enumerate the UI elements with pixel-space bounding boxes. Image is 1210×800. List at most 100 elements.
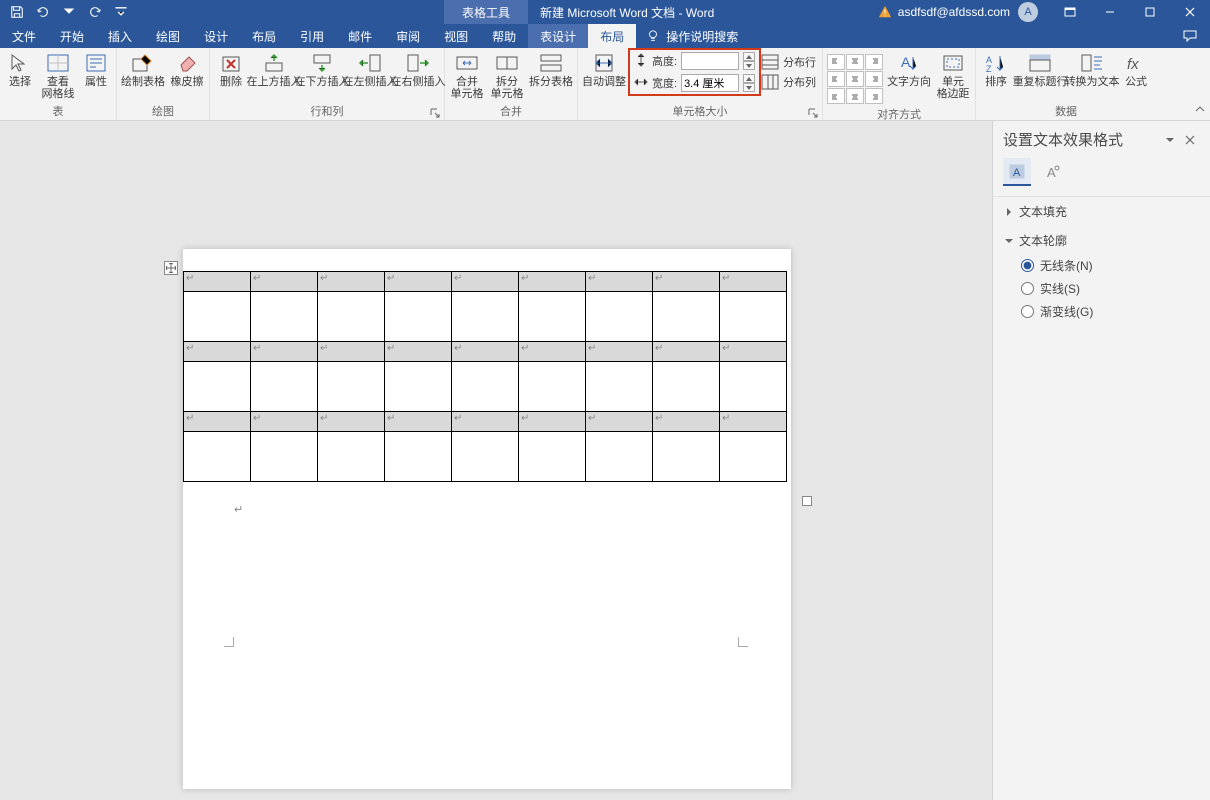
maximize-button[interactable] — [1130, 0, 1170, 24]
tab-design[interactable]: 设计 — [192, 24, 240, 48]
table-resize-handle[interactable] — [802, 496, 812, 506]
opt-solid-line[interactable]: 实线(S) — [1021, 280, 1198, 297]
height-spinner[interactable] — [743, 52, 755, 70]
formula-button[interactable]: fx 公式 — [1118, 50, 1154, 90]
convert-text-icon — [1078, 52, 1106, 74]
opt-no-line[interactable]: 无线条(N) — [1021, 257, 1198, 274]
align-mid-left[interactable] — [827, 71, 845, 87]
height-input[interactable] — [681, 52, 739, 70]
rows-cols-launcher[interactable] — [430, 107, 442, 119]
tab-table-layout[interactable]: 布局 — [588, 24, 636, 48]
autofit-button[interactable]: 自动调整 — [580, 50, 628, 90]
group-cell-size-label: 单元格大小 — [580, 105, 820, 120]
text-direction-button[interactable]: A 文字方向 — [885, 50, 933, 90]
group-merge-label: 合并 — [447, 105, 575, 120]
split-table-icon — [537, 52, 565, 74]
delete-button[interactable]: 删除 — [212, 50, 250, 90]
margin-crop-left — [224, 637, 234, 647]
group-draw-label: 绘图 — [119, 105, 207, 120]
undo-dropdown[interactable] — [56, 0, 82, 24]
split-table-button[interactable]: 拆分表格 — [527, 50, 575, 90]
align-top-center[interactable] — [846, 54, 864, 70]
insert-right-button[interactable]: 在右侧插入 — [394, 50, 442, 90]
close-button[interactable] — [1170, 0, 1210, 24]
save-button[interactable] — [4, 0, 30, 24]
cell-margins-button[interactable]: 单元 格边距 — [933, 50, 973, 102]
undo-button[interactable] — [30, 0, 56, 24]
merge-cells-button[interactable]: 合并 单元格 — [447, 50, 487, 102]
comments-button[interactable] — [1170, 24, 1210, 48]
tab-mail[interactable]: 邮件 — [336, 24, 384, 48]
tab-references[interactable]: 引用 — [288, 24, 336, 48]
pane-title: 设置文本效果格式 — [1003, 129, 1160, 150]
cell-size-controls: 高度: 宽度: — [628, 48, 761, 96]
redo-button[interactable] — [82, 0, 108, 24]
insert-above-button[interactable]: 在上方插入 — [250, 50, 298, 90]
minimize-button[interactable] — [1090, 0, 1130, 24]
eraser-icon — [173, 52, 201, 74]
select-button[interactable]: 选择 — [2, 50, 38, 90]
group-rows-cols: 删除 在上方插入 在下方插入 在左侧插入 在右侧插入 行和列 — [210, 48, 445, 120]
tab-draw[interactable]: 绘图 — [144, 24, 192, 48]
repeat-header-button[interactable]: 重复标题行 — [1014, 50, 1066, 90]
sort-button[interactable]: AZ 排序 — [978, 50, 1014, 90]
tab-home[interactable]: 开始 — [48, 24, 96, 48]
height-icon — [634, 53, 648, 70]
align-top-right[interactable] — [865, 54, 883, 70]
opt-gradient-line[interactable]: 渐变线(G) — [1021, 303, 1198, 320]
draw-table-button[interactable]: 绘制表格 — [119, 50, 167, 90]
align-bot-right[interactable] — [865, 88, 883, 104]
insert-below-button[interactable]: 在下方插入 — [298, 50, 346, 90]
group-table-label: 表 — [2, 105, 114, 120]
qat-customize[interactable] — [108, 0, 134, 24]
title-bar: 表格工具 新建 Microsoft Word 文档 - Word asdfsdf… — [0, 0, 1210, 24]
width-label: 宽度: — [652, 75, 677, 91]
tab-file[interactable]: 文件 — [0, 24, 48, 48]
align-bot-left[interactable] — [827, 88, 845, 104]
chevron-down-icon — [1005, 237, 1013, 245]
section-text-outline[interactable]: 文本轮廓 — [993, 226, 1210, 255]
user-email[interactable]: asdfsdf@afdssd.com — [898, 5, 1010, 19]
tab-review[interactable]: 审阅 — [384, 24, 432, 48]
tab-view[interactable]: 视图 — [432, 24, 480, 48]
tell-me-text: 操作说明搜索 — [666, 28, 738, 45]
insert-left-button[interactable]: 在左侧插入 — [346, 50, 394, 90]
autofit-icon — [590, 52, 618, 74]
collapse-ribbon-button[interactable] — [1194, 104, 1206, 118]
paragraph-mark: ↵ — [234, 503, 243, 516]
cell-size-launcher[interactable] — [808, 107, 820, 119]
width-spinner[interactable] — [743, 74, 755, 92]
document-area[interactable]: ↵↵↵↵↵↵↵↵↵ ↵↵↵↵↵↵↵↵↵ ↵↵↵↵↵↵↵↵↵ ↵ — [0, 121, 992, 800]
pane-tab-effects[interactable]: A — [1039, 158, 1067, 186]
align-top-left[interactable] — [827, 54, 845, 70]
align-bot-center[interactable] — [846, 88, 864, 104]
width-input[interactable] — [681, 74, 739, 92]
tell-me-search[interactable]: 操作说明搜索 — [636, 24, 748, 48]
pane-close-button[interactable] — [1180, 130, 1200, 150]
view-gridlines-button[interactable]: 查看 网格线 — [38, 50, 78, 102]
align-mid-center[interactable] — [846, 71, 864, 87]
split-cells-button[interactable]: 拆分 单元格 — [487, 50, 527, 102]
height-label: 高度: — [652, 53, 677, 69]
document-table[interactable]: ↵↵↵↵↵↵↵↵↵ ↵↵↵↵↵↵↵↵↵ ↵↵↵↵↵↵↵↵↵ — [183, 271, 787, 482]
properties-button[interactable]: 属性 — [78, 50, 114, 90]
convert-text-button[interactable]: 转换为文本 — [1066, 50, 1118, 90]
tab-insert[interactable]: 插入 — [96, 24, 144, 48]
tab-layout[interactable]: 布局 — [240, 24, 288, 48]
table-move-handle[interactable] — [164, 261, 178, 275]
eraser-button[interactable]: 橡皮擦 — [167, 50, 207, 90]
tab-table-design[interactable]: 表设计 — [528, 24, 588, 48]
group-merge: 合并 单元格 拆分 单元格 拆分表格 合并 — [445, 48, 578, 120]
avatar[interactable]: A — [1018, 2, 1038, 22]
tab-help[interactable]: 帮助 — [480, 24, 528, 48]
margin-crop-right — [738, 637, 748, 647]
pane-tab-fill-outline[interactable]: A — [1003, 158, 1031, 186]
section-text-fill[interactable]: 文本填充 — [993, 197, 1210, 226]
split-cells-icon — [493, 52, 521, 74]
align-mid-right[interactable] — [865, 71, 883, 87]
ribbon-display-options[interactable] — [1050, 0, 1090, 24]
distribute-rows-button[interactable]: 分布行 — [761, 54, 816, 70]
distribute-cols-button[interactable]: 分布列 — [761, 74, 816, 90]
pane-options-button[interactable] — [1160, 130, 1180, 150]
table-tools-label: 表格工具 — [444, 0, 528, 24]
